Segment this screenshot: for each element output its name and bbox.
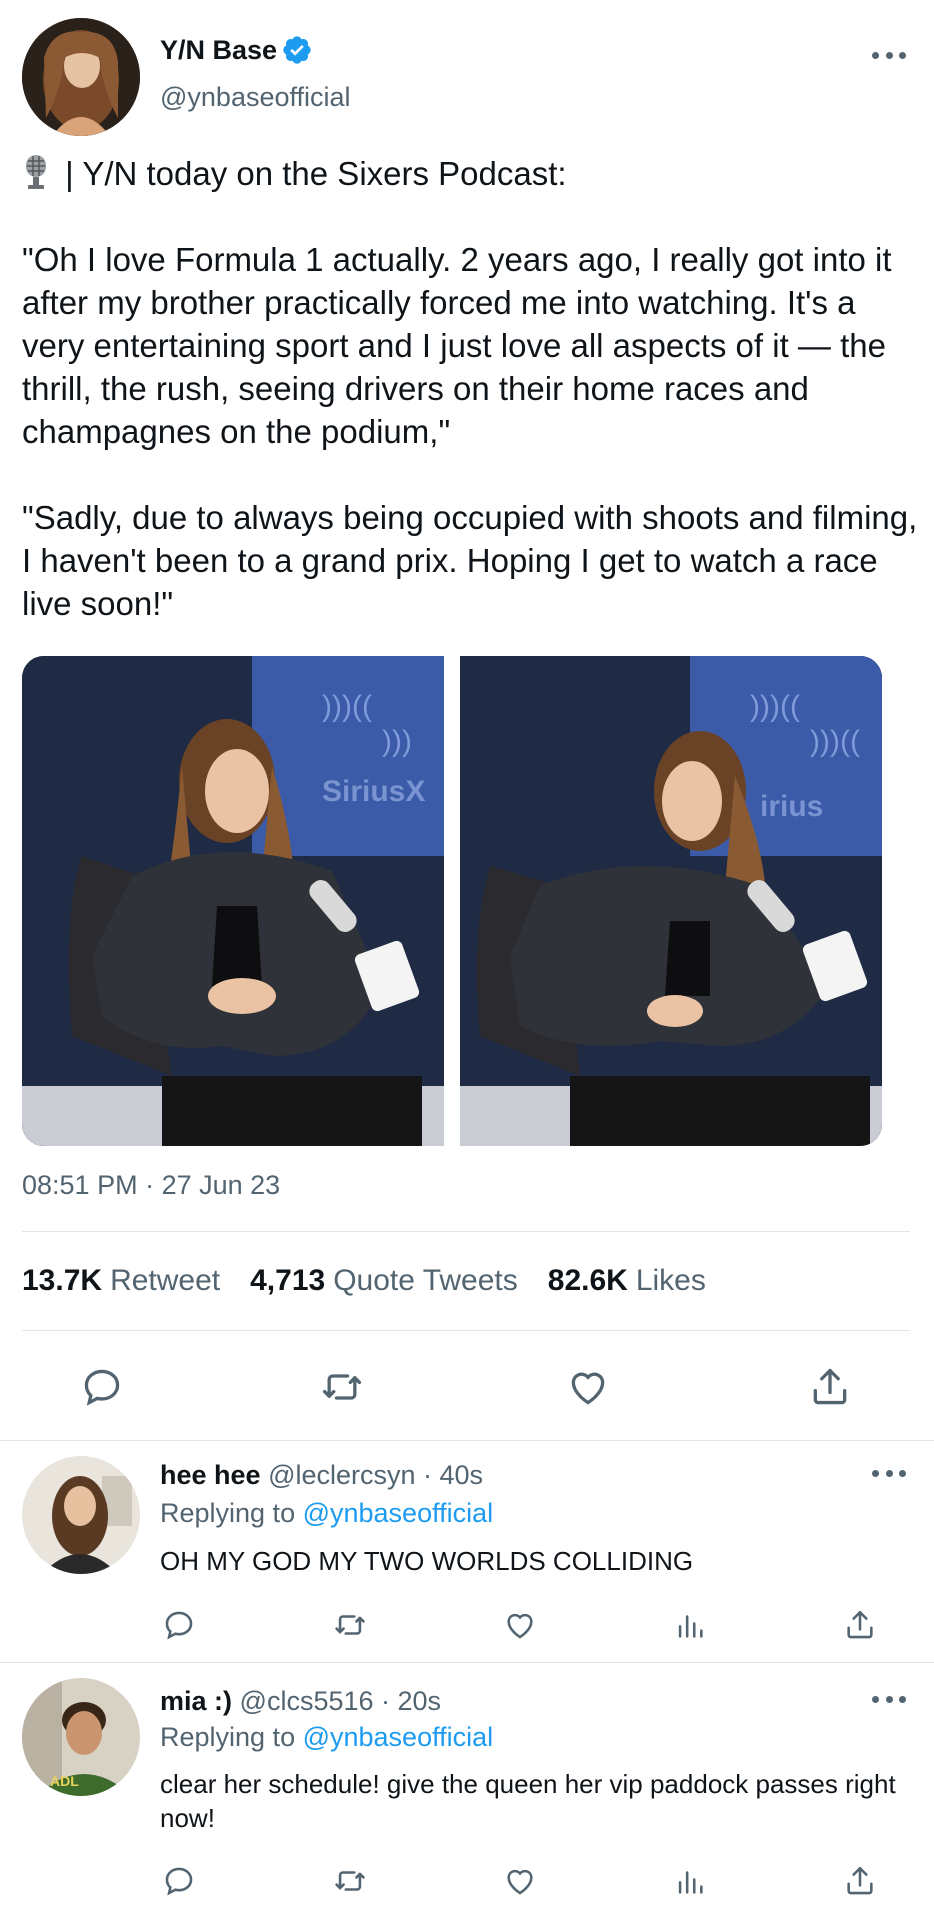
author-display-name[interactable]: Y/N Base [160,35,277,66]
divider [22,1231,910,1232]
svg-text:))): ))) [382,725,412,758]
analytics-icon[interactable] [673,1864,707,1898]
like-icon[interactable] [566,1365,610,1409]
reply-header: hee hee @leclercsyn · 40s [160,1460,483,1491]
share-icon[interactable] [843,1608,877,1642]
like-icon[interactable] [503,1608,537,1642]
divider [0,1440,934,1441]
divider [0,1662,934,1663]
tweet-media: )))(( ))) SiriusX )))(()))((irius [22,656,882,1146]
author-avatar[interactable] [22,18,140,136]
reply-icon[interactable] [162,1608,196,1642]
replying-prefix: Replying to [160,1722,303,1752]
svg-text:)))((: )))(( [322,690,372,723]
svg-text:)))((: )))(( [750,690,800,723]
likes-count: 82.6K [547,1264,628,1297]
svg-text:irius: irius [760,790,823,823]
replying-to: Replying to @ynbaseofficial [160,1722,493,1753]
retweet-icon[interactable] [333,1864,367,1898]
retweets-stat[interactable]: 13.7K Retweet [22,1264,220,1298]
reply-handle[interactable]: @leclercsyn [268,1460,415,1490]
reply-text: clear her schedule! give the queen her v… [160,1769,896,1833]
like-icon[interactable] [503,1864,537,1898]
retweet-icon[interactable] [333,1608,367,1642]
tweet-quote-1: "Oh I love Formula 1 actually. 2 years a… [22,241,901,450]
divider [22,1330,910,1331]
reply-time: · 40s [415,1460,484,1490]
likes-label: Likes [635,1264,706,1297]
likes-stat[interactable]: 82.6K Likes [548,1264,706,1298]
tweet-lead-text: | Y/N today on the Sixers Podcast: [56,155,567,192]
more-options-icon[interactable] [872,1470,906,1480]
author-name-row: Y/N Base [160,34,313,66]
tweet-timestamp[interactable]: 08:51 PM · 27 Jun 23 [22,1170,280,1201]
tweet-detail-page: Y/N Base @ynbaseofficial | Y/N today on … [0,0,934,1920]
replying-mention[interactable]: @ynbaseofficial [303,1498,494,1528]
tweet-body: | Y/N today on the Sixers Podcast: "Oh I… [22,152,922,625]
retweets-count: 13.7K [22,1264,103,1297]
timestamp-separator: · [137,1170,162,1200]
reply-display-name[interactable]: hee hee [160,1460,261,1490]
tweet-photo-2[interactable]: )))(( )))(( irius [460,656,882,1146]
tweet-lead-line: | Y/N today on the Sixers Podcast: [22,152,922,195]
replying-prefix: Replying to [160,1498,303,1528]
more-options-icon[interactable] [872,52,906,62]
more-options-icon[interactable] [872,1696,906,1706]
author-handle[interactable]: @ynbaseofficial [160,82,351,113]
share-icon[interactable] [843,1864,877,1898]
tweet-date: 27 Jun 23 [161,1170,281,1200]
reply-header: mia :) @clcs5516 · 20s [160,1686,441,1717]
tweet-time: 08:51 PM [22,1170,138,1200]
svg-text:ADL: ADL [50,1773,79,1789]
replying-to: Replying to @ynbaseofficial [160,1498,493,1529]
tweet-photo-1[interactable]: )))(( ))) SiriusX [22,656,444,1146]
verified-badge-icon [283,36,311,64]
reply-icon[interactable] [80,1365,124,1409]
replying-mention[interactable]: @ynbaseofficial [303,1722,494,1752]
quotes-label: Quote Tweets [333,1264,518,1297]
quotes-count: 4,713 [250,1264,326,1297]
reply-avatar[interactable] [22,1456,140,1574]
reply-icon[interactable] [162,1864,196,1898]
retweet-icon[interactable] [320,1365,364,1409]
reply-text: OH MY GOD MY TWO WORLDS COLLIDING [160,1546,694,1576]
share-icon[interactable] [808,1365,852,1409]
reply-avatar[interactable]: ADL [22,1678,140,1796]
retweets-label: Retweet [110,1264,221,1297]
reply-handle[interactable]: @clcs5516 [240,1686,374,1716]
reply-display-name[interactable]: mia :) [160,1686,232,1716]
tweet-quote-2: "Sadly, due to always being occupied wit… [22,499,927,622]
media-overlay-text: SiriusX [322,775,425,808]
tweet-stats: 13.7K Retweet 4,713 Quote Tweets 82.6K Like… [22,1264,706,1298]
analytics-icon[interactable] [673,1608,707,1642]
microphone-emoji-icon [26,155,46,189]
reply-time: · 20s [373,1686,442,1716]
svg-text:)))((: )))(( [810,725,860,758]
quote-tweets-stat[interactable]: 4,713 Quote Tweets [250,1264,518,1298]
